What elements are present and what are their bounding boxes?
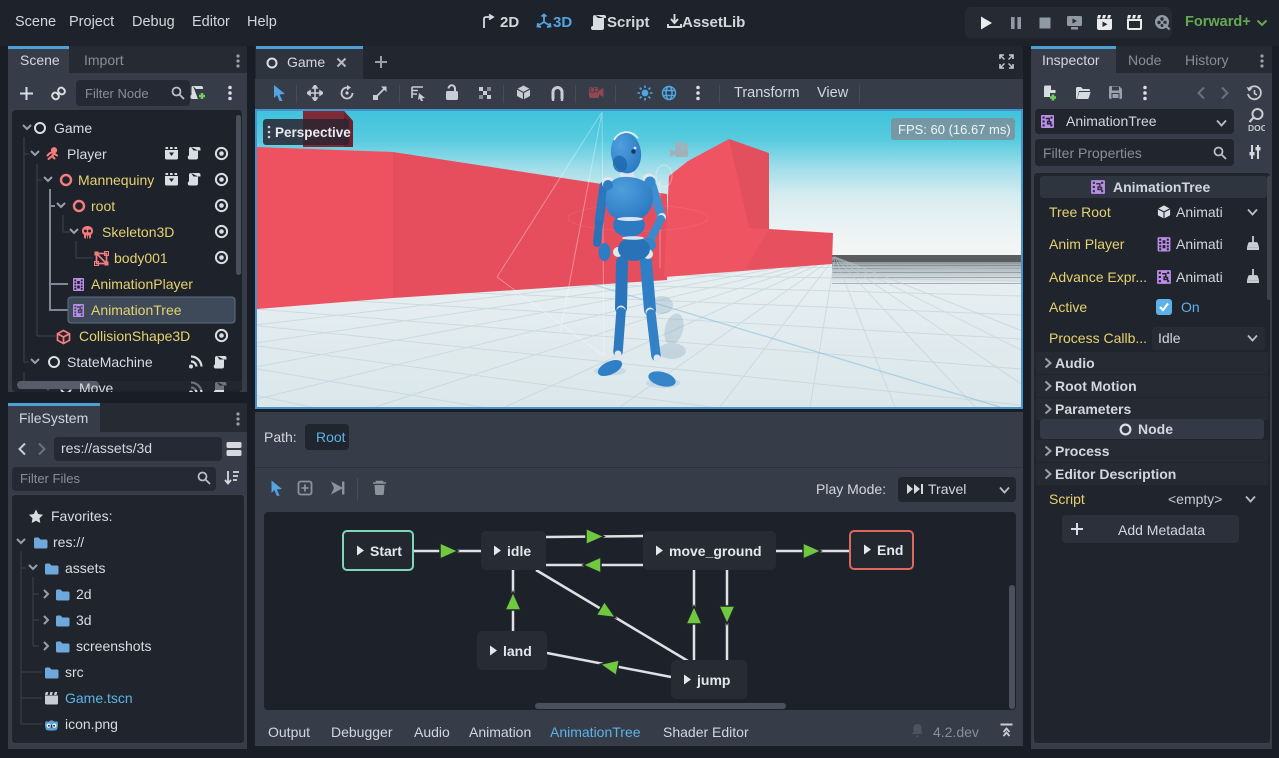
svg-text:FPS: 60 (16.67 ms): FPS: 60 (16.67 ms) [898,122,1011,137]
svg-text:DOC: DOC [1248,123,1265,133]
svg-text:Perspective: Perspective [275,125,351,140]
